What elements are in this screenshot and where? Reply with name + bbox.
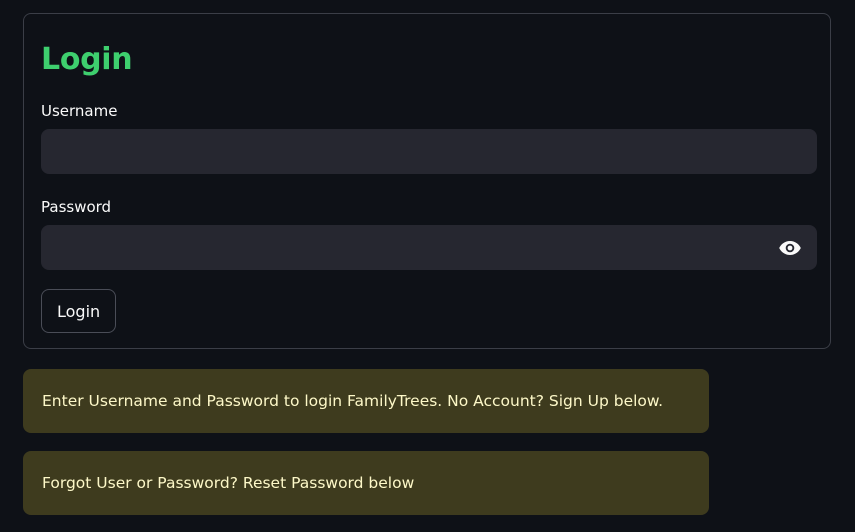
username-input[interactable] (42, 130, 816, 173)
login-page: Login Username Password Login Enter User… (0, 0, 855, 532)
info-message-text: Enter Username and Password to login Fam… (42, 392, 664, 410)
reset-message: Forgot User or Password? Reset Password … (23, 451, 709, 515)
login-title: Login (41, 42, 133, 77)
show-password-button[interactable] (764, 226, 816, 269)
password-input[interactable] (42, 226, 816, 269)
eye-icon (779, 240, 801, 255)
username-label: Username (41, 102, 118, 120)
info-message: Enter Username and Password to login Fam… (23, 369, 709, 433)
username-field-container (41, 129, 817, 174)
login-button[interactable]: Login (41, 289, 117, 333)
password-field-container (41, 225, 817, 270)
password-label: Password (41, 198, 112, 216)
login-form: Login Username Password Login (23, 13, 831, 349)
reset-message-text: Forgot User or Password? Reset Password … (42, 474, 415, 492)
